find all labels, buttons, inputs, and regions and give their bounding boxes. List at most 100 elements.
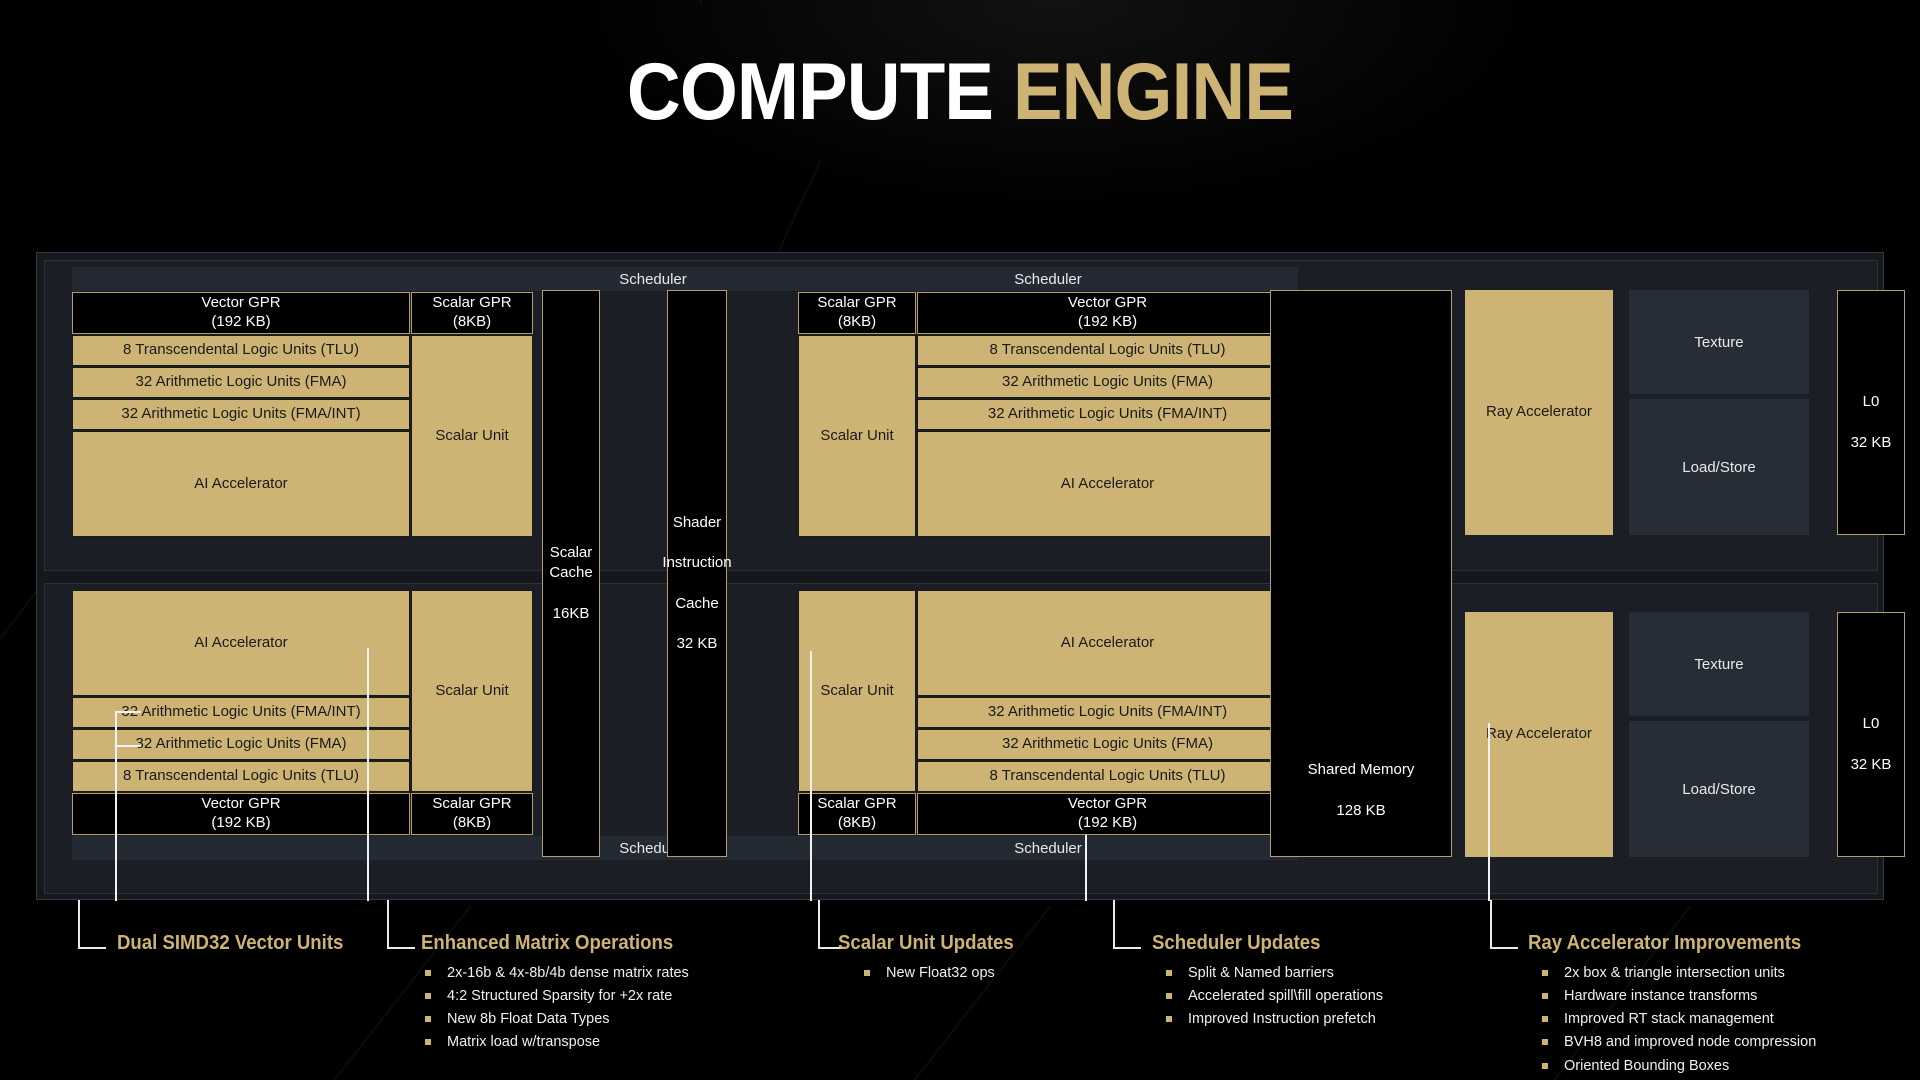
callout-title: Scalar Unit Updates: [838, 932, 1014, 954]
callout-title: Dual SIMD32 Vector Units: [117, 932, 344, 954]
callout-bullets: 2x box & triangle intersection units Har…: [1528, 964, 1822, 1076]
shader-instruction-cache-block: Shader Instruction Cache 32 KB: [662, 290, 732, 857]
leader-line-ray: [1490, 900, 1492, 948]
load-store-top: Load/Store: [1629, 399, 1809, 535]
pointer-stub-simd32-v: [115, 711, 117, 901]
sic-size: 32 KB: [676, 635, 718, 653]
list-item: 4:2 Structured Sparsity for +2x rate: [421, 987, 692, 1006]
callout-title: Scheduler Updates: [1152, 932, 1321, 954]
tlu-cu1: 8 Transcendental Logic Units (TLU): [72, 335, 410, 366]
vector-gpr-cu3: Vector GPR (192 KB): [72, 793, 410, 835]
title-word-compute: COMPUTE: [626, 47, 994, 137]
l0-size: 32 KB: [1850, 433, 1892, 451]
list-item: Accelerated spill\fill operations: [1162, 987, 1383, 1006]
list-item: New Float32 ops: [860, 964, 1027, 983]
alu-fma-int-cu4: 32 Arithmetic Logic Units (FMA/INT): [917, 697, 1298, 728]
list-item: Oriented Bounding Boxes: [1538, 1057, 1822, 1076]
l0-cache-top: L0 32 KB: [1837, 290, 1905, 535]
callout-title: Ray Accelerator Improvements: [1528, 932, 1802, 954]
scalar-unit-cu3: Scalar Unit: [411, 590, 533, 792]
alu-fma-cu4: 32 Arithmetic Logic Units (FMA): [917, 729, 1298, 760]
vector-gpr-label: Vector GPR: [1067, 294, 1148, 312]
callout-enhanced-matrix: Enhanced Matrix Operations 2x-16b & 4x-8…: [421, 932, 692, 1057]
vector-gpr-label: Vector GPR: [201, 795, 281, 813]
vector-gpr-label: Vector GPR: [1067, 795, 1148, 813]
pointer-stub-scheduler-v: [1085, 835, 1087, 901]
alu-fma-int-cu1: 32 Arithmetic Logic Units (FMA/INT): [72, 399, 410, 430]
leader-line-matrix: [387, 900, 389, 948]
tlu-cu4: 8 Transcendental Logic Units (TLU): [917, 761, 1298, 792]
list-item: Hardware instance transforms: [1538, 987, 1822, 1006]
list-item: Improved Instruction prefetch: [1162, 1010, 1383, 1029]
alu-fma-cu2: 32 Arithmetic Logic Units (FMA): [917, 367, 1298, 398]
vector-gpr-cu4: Vector GPR (192 KB): [917, 793, 1298, 835]
leader-line-simd32-h: [78, 947, 106, 949]
vector-gpr-cu2: Vector GPR (192 KB): [917, 292, 1298, 334]
slide-root: COMPUTE ENGINE Scheduler Vector GPR (192…: [0, 0, 1920, 1080]
pointer-stub-simd32-a: [115, 711, 141, 713]
ai-accelerator-cu1: AI Accelerator: [72, 431, 410, 537]
vector-gpr-size: (192 KB): [211, 313, 271, 330]
list-item: Split & Named barriers: [1162, 964, 1383, 983]
vector-gpr-cu1: Vector GPR (192 KB): [72, 292, 410, 334]
alu-fma-cu1: 32 Arithmetic Logic Units (FMA): [72, 367, 410, 398]
callout-scalar-unit-updates: Scalar Unit Updates New Float32 ops: [838, 932, 1027, 987]
scalar-unit-cu1: Scalar Unit: [411, 335, 533, 537]
vector-gpr-size: (192 KB): [211, 814, 271, 831]
scalar-unit-cu4: Scalar Unit: [798, 590, 916, 792]
texture-bottom: Texture: [1629, 612, 1809, 716]
shared-memory-size: 128 KB: [1336, 801, 1386, 819]
shared-memory-label: Shared Memory 128 KB: [1308, 740, 1415, 821]
vector-gpr-size: (192 KB): [1077, 814, 1138, 831]
list-item: 2x-16b & 4x-8b/4b dense matrix rates: [421, 964, 692, 983]
scalar-cache-name: Scalar Cache: [549, 544, 593, 582]
scalar-cache-size: 16KB: [552, 604, 590, 622]
vector-gpr-label: Vector GPR: [201, 294, 281, 312]
pointer-stub-matrix-v: [367, 648, 369, 901]
alu-fma-int-cu2: 32 Arithmetic Logic Units (FMA/INT): [917, 399, 1298, 430]
sic-line2: Instruction: [662, 554, 732, 572]
scalar-unit-cu2: Scalar Unit: [798, 335, 916, 537]
tlu-cu2: 8 Transcendental Logic Units (TLU): [917, 335, 1298, 366]
l0-cache-bottom: L0 32 KB: [1837, 612, 1905, 857]
list-item: 2x box & triangle intersection units: [1538, 964, 1822, 983]
leader-line-scheduler-h: [1113, 947, 1141, 949]
sic-line1: Shader: [672, 513, 722, 531]
callout-scheduler-updates: Scheduler Updates Split & Named barriers…: [1152, 932, 1383, 1033]
l0-name: L0: [1862, 393, 1880, 411]
page-title: COMPUTE ENGINE: [77, 52, 1843, 133]
leader-line-ray-h: [1490, 947, 1518, 949]
shader-instruction-cache-label: Shader Instruction Cache 32 KB: [662, 493, 731, 655]
texture-top: Texture: [1629, 290, 1809, 394]
shared-memory-block: Shared Memory 128 KB: [1270, 290, 1452, 857]
ai-accelerator-cu3: AI Accelerator: [72, 590, 410, 696]
scalar-gpr-cu2: Scalar GPR (8KB): [798, 292, 916, 334]
ai-accelerator-cu2: AI Accelerator: [917, 431, 1298, 537]
sic-line3: Cache: [675, 594, 719, 612]
ray-accelerator-top: Ray Accelerator: [1465, 290, 1613, 535]
pointer-stub-simd32-b: [115, 745, 141, 747]
leader-line-scalar: [818, 900, 820, 948]
leader-line-matrix-h: [387, 947, 415, 949]
scalar-cache-label: Scalar Cache 16KB: [543, 523, 599, 624]
scalar-cache-block: Scalar Cache 16KB: [542, 290, 600, 857]
l0-size: 32 KB: [1850, 755, 1892, 773]
callout-bullets: 2x-16b & 4x-8b/4b dense matrix rates 4:2…: [421, 964, 692, 1053]
scalar-gpr-cu4: Scalar GPR (8KB): [798, 793, 916, 835]
leader-line-scheduler: [1113, 900, 1115, 948]
scheduler-bar-cu2: Scheduler: [798, 267, 1298, 291]
l0-bottom-label: L0 32 KB: [1851, 694, 1892, 775]
l0-name: L0: [1862, 715, 1880, 733]
tlu-cu3: 8 Transcendental Logic Units (TLU): [72, 761, 410, 792]
list-item: Improved RT stack management: [1538, 1010, 1822, 1029]
pointer-stub-scalar-v: [810, 651, 812, 901]
load-store-bottom: Load/Store: [1629, 721, 1809, 857]
callout-dual-simd32: Dual SIMD32 Vector Units: [117, 932, 360, 964]
scalar-gpr-cu1: Scalar GPR (8KB): [411, 292, 533, 334]
callout-ray-accelerator-improvements: Ray Accelerator Improvements 2x box & tr…: [1528, 932, 1822, 1080]
leader-line-simd32: [78, 900, 80, 948]
callout-bullets: Split & Named barriers Accelerated spill…: [1152, 964, 1383, 1029]
ai-accelerator-cu4: AI Accelerator: [917, 590, 1298, 696]
list-item: BVH8 and improved node compression: [1538, 1033, 1822, 1052]
list-item: New 8b Float Data Types: [421, 1010, 692, 1029]
